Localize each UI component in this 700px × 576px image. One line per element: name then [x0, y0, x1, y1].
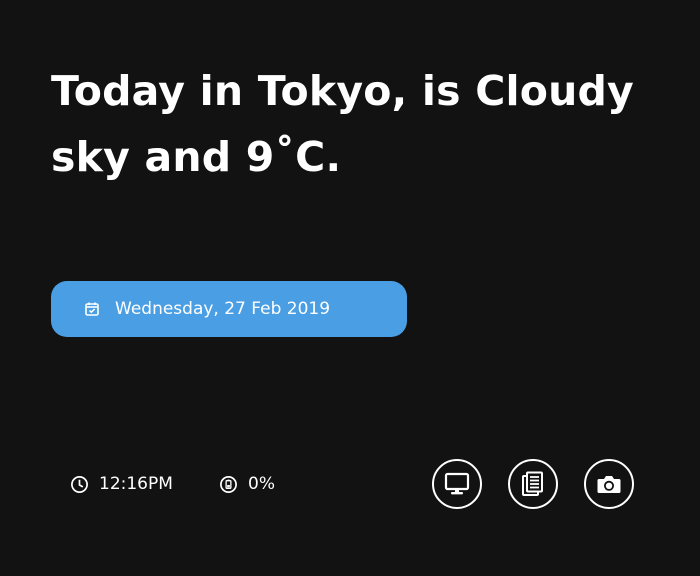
headline-line-1: Today in Tokyo, is Cloudy: [51, 67, 634, 115]
camera-button[interactable]: [584, 459, 634, 509]
date-label: Wednesday, 27 Feb 2019: [115, 299, 331, 319]
document-icon: [522, 471, 543, 496]
camera-icon: [597, 476, 621, 493]
battery-label: 0%: [248, 474, 275, 494]
clock-icon: [71, 475, 88, 493]
date-button[interactable]: Wednesday, 27 Feb 2019: [51, 281, 407, 337]
battery-status: 0%: [219, 471, 275, 497]
battery-icon: [220, 475, 237, 493]
weather-headline: Today in Tokyo, is Cloudy sky and 9˚C.: [51, 58, 681, 190]
clock-status: 12:16PM: [70, 471, 173, 497]
monitor-icon: [444, 472, 470, 495]
monitor-button[interactable]: [432, 459, 482, 509]
time-label: 12:16PM: [99, 474, 173, 494]
calendar-check-icon: [85, 302, 99, 316]
notes-button[interactable]: [508, 459, 558, 509]
headline-line-2: sky and 9˚C.: [51, 133, 342, 181]
